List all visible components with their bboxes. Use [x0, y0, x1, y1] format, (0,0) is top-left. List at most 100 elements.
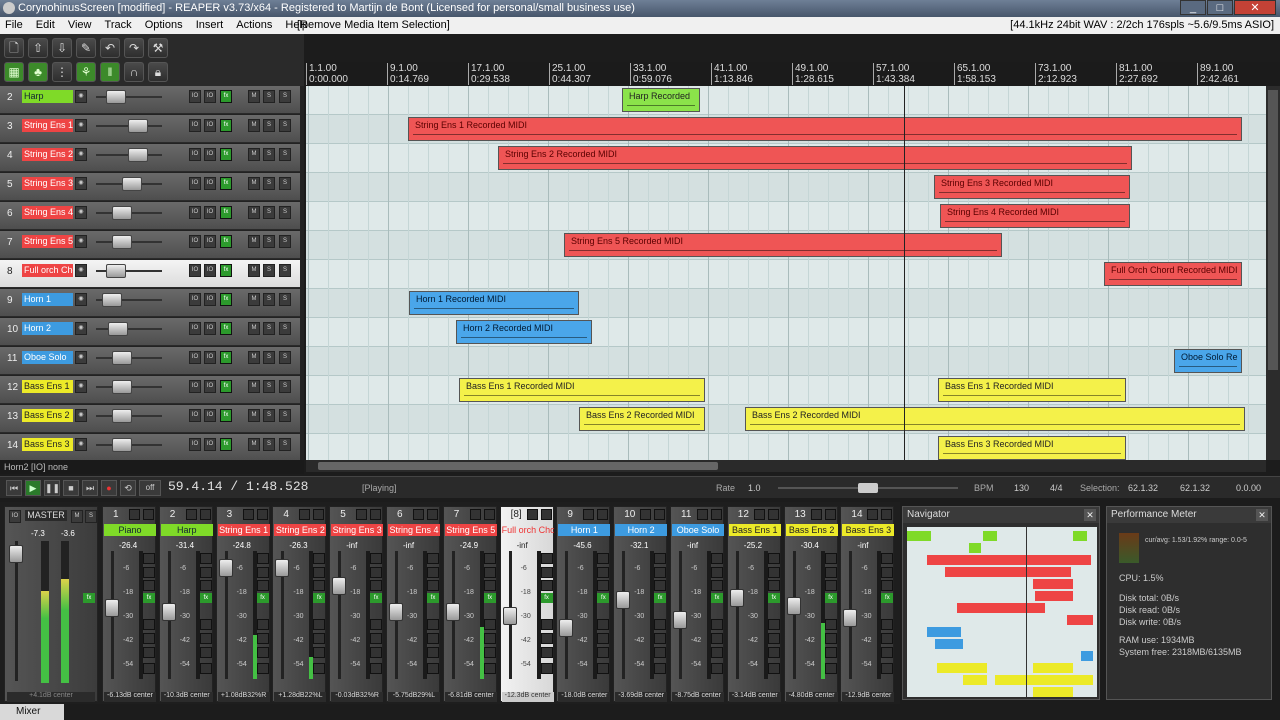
track-fx-button[interactable]: fx: [220, 438, 232, 451]
track-solo-button[interactable]: S: [263, 177, 275, 190]
track-solo-button[interactable]: S: [279, 380, 291, 393]
track-fx-button[interactable]: fx: [220, 409, 232, 422]
track-solo-button[interactable]: S: [279, 148, 291, 161]
record-arm-icon[interactable]: ◉: [75, 264, 87, 277]
track-mute-button[interactable]: M: [248, 293, 260, 306]
timeline-ruler[interactable]: 1.1.00 0:00.000 9.1.00 0:14.769 17.1.00 0:2…: [304, 62, 1280, 86]
strip-fader-knob[interactable]: [729, 589, 744, 607]
strip-monitor-button[interactable]: [881, 663, 894, 674]
strip-name[interactable]: Horn 2: [615, 524, 668, 536]
strip-rec-button[interactable]: [256, 619, 269, 630]
track-volume-knob[interactable]: [112, 206, 132, 220]
strip-mute-button[interactable]: [824, 509, 836, 520]
strip-monitor-button[interactable]: [540, 663, 553, 674]
track-row-5[interactable]: 5 String Ens 3 ◉ IO IO fx M S S: [0, 173, 300, 201]
track-volume-knob[interactable]: [112, 409, 132, 423]
track-env-button[interactable]: IO: [204, 264, 216, 277]
strip-fx-button[interactable]: fx: [143, 593, 155, 603]
strip-io-button[interactable]: [753, 509, 765, 520]
track-lane[interactable]: [306, 86, 1266, 115]
track-mute-button[interactable]: M: [248, 119, 260, 132]
strip-fx-button[interactable]: fx: [427, 593, 439, 603]
track-mute-button[interactable]: M: [248, 235, 260, 248]
strip-fader-track[interactable]: [622, 551, 626, 679]
strip-solo-button[interactable]: [654, 647, 667, 658]
strip-monitor-button[interactable]: [199, 663, 212, 674]
vertical-scroll-thumb[interactable]: [1268, 90, 1278, 370]
strip-phase-button[interactable]: [711, 580, 723, 591]
track-name[interactable]: Full orch Chor: [22, 264, 73, 277]
media-item[interactable]: String Ens 5 Recorded MIDI: [564, 233, 1002, 257]
strip-fader-track[interactable]: [735, 551, 739, 679]
track-solo-button[interactable]: S: [263, 264, 275, 277]
strip-mute-button[interactable]: [483, 633, 496, 644]
strip-env-button[interactable]: [767, 553, 780, 564]
track-solo-button[interactable]: S: [279, 322, 291, 335]
media-item[interactable]: String Ens 2 Recorded MIDI: [498, 146, 1132, 170]
audio-device-status[interactable]: [44.1kHz 24bit WAV : 2/2ch 176spls ~5.6/…: [1010, 17, 1274, 34]
track-fx-button[interactable]: fx: [220, 264, 232, 277]
strip-mute-button[interactable]: [597, 633, 610, 644]
selection-end[interactable]: 62.1.32: [1180, 483, 1210, 493]
track-row-14[interactable]: 14 Bass Ens 3 ◉ IO IO fx M S S: [0, 434, 300, 462]
metronome-icon[interactable]: ⚒: [148, 38, 168, 58]
play-icon[interactable]: ▶: [25, 480, 41, 496]
strip-fx-button[interactable]: fx: [597, 593, 610, 603]
strip-env-button[interactable]: [881, 553, 894, 564]
strip-io-button[interactable]: [597, 567, 610, 578]
strip-io-button[interactable]: [199, 567, 212, 578]
strip-mute-button[interactable]: [483, 509, 495, 520]
strip-mute-button[interactable]: [597, 509, 609, 520]
track-name[interactable]: String Ens 2: [22, 148, 73, 161]
track-name[interactable]: String Ens 1: [22, 119, 73, 132]
strip-mute-button[interactable]: [540, 633, 553, 644]
strip-mute-button[interactable]: [654, 633, 667, 644]
strip-pan-text[interactable]: -6.13dB center: [104, 692, 156, 702]
strip-phase-button[interactable]: [540, 580, 553, 591]
save-project-icon[interactable]: ⇩: [52, 38, 72, 58]
strip-mute-button[interactable]: [199, 633, 212, 644]
strip-pan-text[interactable]: -3.14dB center: [728, 692, 781, 702]
track-solo-button[interactable]: S: [279, 351, 291, 364]
track-mute-button[interactable]: M: [248, 206, 260, 219]
media-item[interactable]: String Ens 3 Recorded MIDI: [934, 175, 1130, 199]
strip-env-button[interactable]: [143, 553, 155, 564]
track-row-8[interactable]: 8Full orch Chor◉IOIOfxMSS: [0, 260, 300, 288]
track-volume-knob[interactable]: [102, 293, 122, 307]
track-volume-knob[interactable]: [128, 148, 148, 162]
strip-rec-button[interactable]: [427, 619, 439, 630]
strip-io-button[interactable]: [640, 509, 652, 520]
track-mute-button[interactable]: M: [248, 380, 260, 393]
master-mute-button[interactable]: M: [71, 510, 83, 523]
track-solo-button[interactable]: S: [279, 264, 291, 277]
track-name[interactable]: Bass Ens 2: [22, 409, 73, 422]
track-row-3[interactable]: 3 String Ens 1 ◉ IO IO fx M S S: [0, 115, 300, 143]
track-solo-button[interactable]: S: [279, 293, 291, 306]
strip-phase-button[interactable]: [370, 580, 383, 591]
strip-fader-knob[interactable]: [218, 559, 233, 577]
strip-solo-button[interactable]: [540, 647, 553, 658]
track-io-button[interactable]: IO: [189, 206, 201, 219]
rate-value[interactable]: 1.0: [748, 483, 761, 493]
strip-name[interactable]: String Ens 4: [388, 524, 440, 536]
envelope-points-icon[interactable]: ∩: [124, 62, 144, 82]
strip-solo-button[interactable]: [711, 647, 723, 658]
horizontal-scroll-thumb[interactable]: [318, 462, 718, 470]
track-solo-button[interactable]: S: [263, 148, 275, 161]
track-env-button[interactable]: IO: [204, 119, 216, 132]
strip-fx-button[interactable]: fx: [370, 593, 383, 603]
strip-mute-button[interactable]: [143, 633, 155, 644]
strip-fx-button[interactable]: fx: [256, 593, 269, 603]
rate-slider-knob[interactable]: [858, 483, 878, 493]
track-solo-button[interactable]: S: [263, 438, 275, 451]
project-settings-icon[interactable]: ✎: [76, 38, 96, 58]
strip-mute-button[interactable]: [881, 633, 894, 644]
strip-rec-button[interactable]: [824, 619, 837, 630]
track-env-button[interactable]: IO: [204, 177, 216, 190]
track-row-6[interactable]: 6 String Ens 4 ◉ IO IO fx M S S: [0, 202, 300, 230]
track-solo-button[interactable]: S: [279, 119, 291, 132]
track-fx-button[interactable]: fx: [220, 206, 232, 219]
track-io-button[interactable]: IO: [189, 90, 201, 103]
strip-monitor-button[interactable]: [597, 663, 610, 674]
track-volume-knob[interactable]: [112, 235, 132, 249]
